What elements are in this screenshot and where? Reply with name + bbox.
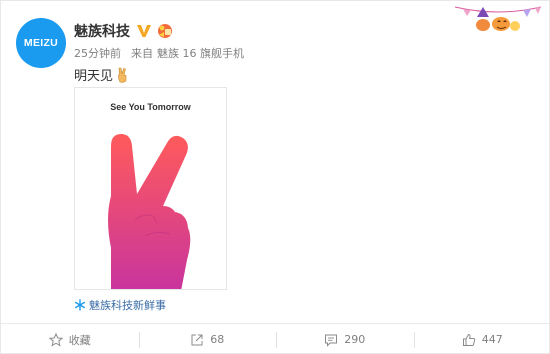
star-icon — [48, 332, 63, 347]
post-time[interactable]: 25分钟前 — [74, 45, 121, 61]
image-caption: See You Tomorrow — [110, 102, 191, 112]
vip-badge-icon[interactable] — [156, 23, 174, 39]
peace-hand-emoji-icon — [118, 67, 127, 83]
repost-count: 68 — [210, 333, 225, 346]
post-content: 明天见 — [74, 65, 130, 84]
comment-count: 290 — [344, 333, 366, 346]
comment-button[interactable]: 290 — [276, 324, 414, 354]
source-link[interactable]: 魅族科技新鲜事 — [74, 297, 166, 313]
favorite-label: 收藏 — [68, 333, 91, 347]
post-text: 明天见 — [74, 69, 114, 84]
like-button[interactable]: 447 — [413, 324, 550, 354]
favorite-button[interactable]: 收藏 — [1, 324, 139, 354]
post-image[interactable]: See You Tomorrow — [74, 87, 227, 290]
thumbs-up-icon — [462, 333, 475, 346]
share-arrow-icon — [191, 334, 203, 345]
snowflake-icon — [75, 299, 86, 311]
weibo-post-card: MEIZU 魅族科技 25分钟前 来自 魅族 16 旗舰手机 明天见 See Y… — [0, 0, 550, 354]
verified-icon[interactable] — [136, 24, 152, 38]
username[interactable]: 魅族科技 — [74, 21, 130, 41]
avatar[interactable]: MEIZU — [16, 18, 66, 68]
source-link-label[interactable]: 魅族科技新鲜事 — [89, 297, 166, 313]
avatar-logo-text: MEIZU — [23, 37, 59, 49]
repost-button[interactable]: 68 — [138, 324, 277, 354]
halloween-decoration — [454, 6, 542, 31]
source-prefix: 来自 — [131, 47, 153, 60]
post-header: 魅族科技 — [74, 21, 174, 41]
source-device[interactable]: 魅族 16 旗舰手机 — [157, 45, 244, 61]
post-meta: 25分钟前 来自 魅族 16 旗舰手机 — [74, 45, 244, 61]
comment-bubble-icon — [325, 334, 338, 347]
like-count: 447 — [481, 333, 503, 346]
peace-hand-illustration — [108, 134, 191, 289]
action-bar: 收藏 68 290 447 — [1, 323, 550, 354]
